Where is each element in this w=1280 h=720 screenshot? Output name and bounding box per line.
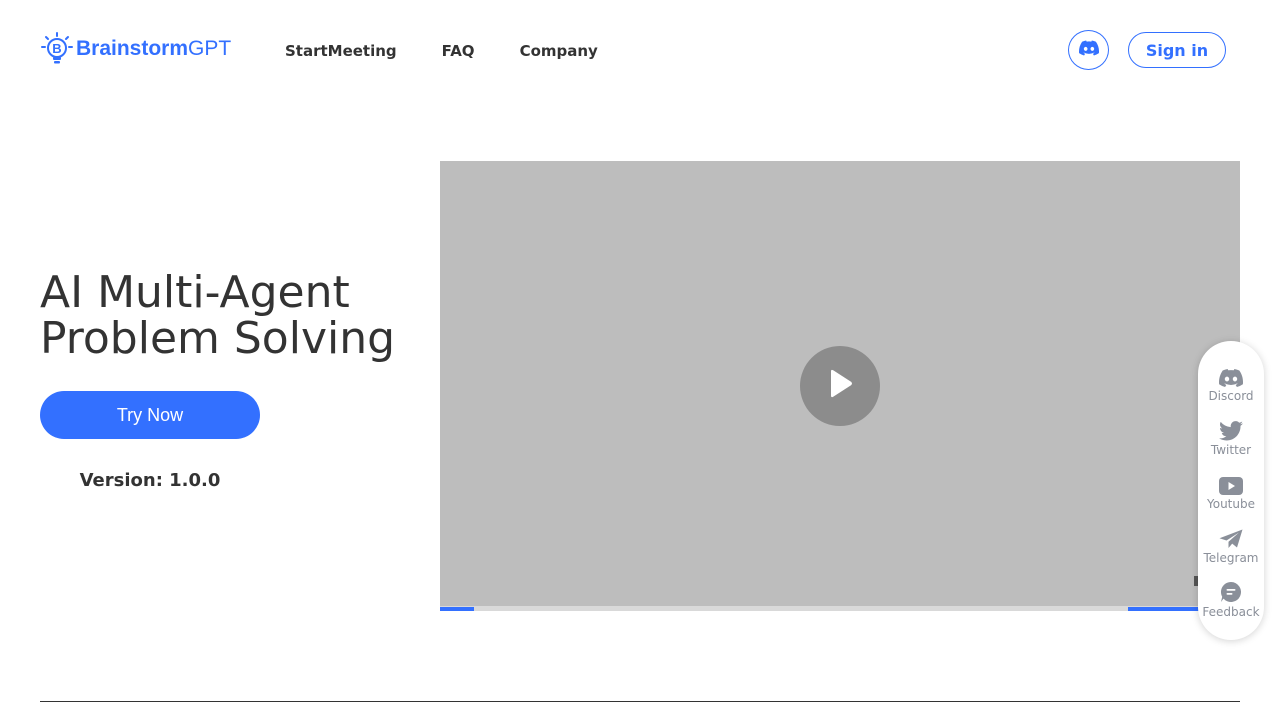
- video-progress-bar[interactable]: [440, 606, 1240, 611]
- nav-company[interactable]: Company: [520, 40, 598, 62]
- social-feedback[interactable]: Feedback: [1198, 579, 1264, 619]
- play-icon: [826, 368, 854, 404]
- youtube-icon: [1198, 471, 1264, 495]
- lightbulb-logo-icon: B: [40, 32, 74, 66]
- svg-text:B: B: [52, 41, 61, 56]
- brand-logo[interactable]: B BrainstormGPT: [40, 32, 231, 66]
- social-feedback-label: Feedback: [1202, 605, 1260, 619]
- main-nav: StartMeeting FAQ Company: [285, 40, 643, 62]
- social-telegram[interactable]: Telegram: [1198, 525, 1264, 565]
- social-sidebar: Discord Twitter Youtube Telegram Feedbac…: [1198, 341, 1264, 640]
- hero-title-line-1: AI Multi-Agent: [40, 267, 350, 318]
- video-player[interactable]: [440, 161, 1240, 611]
- section-divider: [40, 701, 1240, 702]
- social-telegram-label: Telegram: [1203, 551, 1259, 565]
- discord-icon: [1198, 363, 1264, 387]
- social-twitter[interactable]: Twitter: [1198, 417, 1264, 457]
- brand-name: BrainstormGPT: [76, 37, 231, 61]
- twitter-icon: [1198, 417, 1264, 441]
- version-label: Version: 1.0.0: [79, 470, 221, 491]
- progress-played: [440, 607, 474, 611]
- brand-name-main: Brainstorm: [76, 37, 189, 60]
- sign-in-button[interactable]: Sign in: [1128, 32, 1226, 68]
- social-youtube-label: Youtube: [1207, 497, 1255, 511]
- feedback-icon: [1198, 579, 1264, 603]
- social-twitter-label: Twitter: [1210, 443, 1252, 457]
- brand-name-suffix: GPT: [188, 37, 232, 60]
- discord-icon: [1078, 40, 1099, 60]
- try-now-button[interactable]: Try Now: [40, 391, 260, 439]
- hero-title: AI Multi-Agent Problem Solving: [40, 270, 440, 362]
- social-youtube[interactable]: Youtube: [1198, 471, 1264, 511]
- hero-title-line-2: Problem Solving: [40, 313, 396, 364]
- social-discord[interactable]: Discord: [1198, 363, 1264, 403]
- discord-button[interactable]: [1068, 30, 1109, 70]
- telegram-icon: [1198, 525, 1264, 549]
- social-discord-label: Discord: [1208, 389, 1254, 403]
- nav-start-meeting[interactable]: StartMeeting: [285, 40, 397, 62]
- play-button[interactable]: [800, 346, 880, 426]
- nav-faq[interactable]: FAQ: [442, 40, 475, 62]
